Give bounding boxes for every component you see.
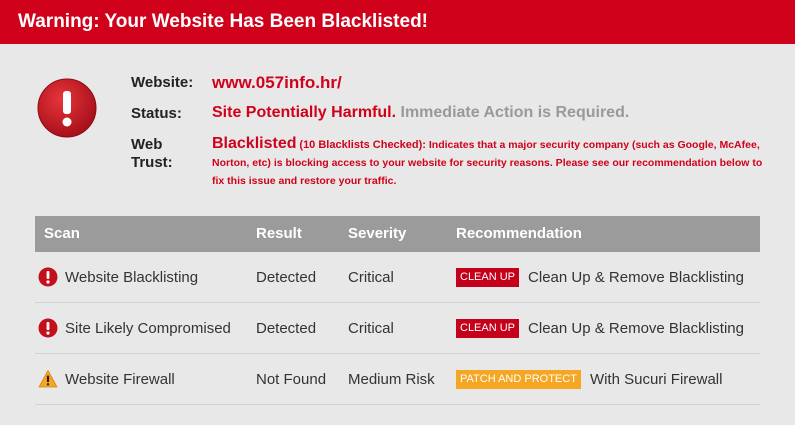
- recommendation-text: With Sucuri Firewall: [589, 371, 723, 388]
- recommendation-text: Clean Up & Remove Blacklisting: [528, 320, 744, 337]
- alert-exclamation-icon: [37, 78, 97, 138]
- table-header: Scan Result Severity Recommendation: [35, 216, 760, 252]
- warning-icon: [38, 370, 58, 388]
- scan-name: Site Likely Compromised: [65, 320, 231, 337]
- web-trust-value: Blacklisted (10 Blacklists Checked): Ind…: [212, 135, 772, 190]
- status-value: Site Potentially Harmful. Immediate Acti…: [212, 104, 629, 122]
- scan-result: Detected: [256, 269, 317, 286]
- warning-banner: Warning: Your Website Has Been Blacklist…: [0, 0, 795, 44]
- table-row: Website Firewall Not Found Medium Risk P…: [35, 354, 760, 405]
- header-scan: Scan: [44, 225, 80, 242]
- table-row: Website Blacklisting Detected Critical C…: [35, 252, 760, 303]
- patch-and-protect-button[interactable]: PATCH AND PROTECT: [456, 370, 581, 389]
- trust-checked: (10 Blacklists Checked):: [299, 139, 426, 151]
- error-icon: [38, 318, 58, 338]
- header-severity: Severity: [348, 225, 407, 242]
- scan-severity: Critical: [348, 320, 394, 337]
- scan-result: Detected: [256, 320, 317, 337]
- recommendation-cell: CLEAN UP Clean Up & Remove Blacklisting: [456, 303, 744, 354]
- scan-result: Not Found: [256, 371, 327, 388]
- trust-status: Blacklisted: [212, 135, 297, 152]
- recommendation-text: Clean Up & Remove Blacklisting: [528, 269, 744, 286]
- header-result: Result: [256, 225, 302, 242]
- error-icon: [38, 267, 58, 287]
- status-text: Site Potentially Harmful.: [212, 104, 397, 121]
- website-label: Website:: [131, 74, 194, 91]
- website-url[interactable]: www.057info.hr/: [212, 73, 342, 93]
- scan-name: Website Firewall: [65, 371, 175, 388]
- clean-up-button[interactable]: CLEAN UP: [456, 268, 520, 287]
- status-label: Status:: [131, 105, 182, 122]
- recommendation-cell: CLEAN UP Clean Up & Remove Blacklisting: [456, 252, 744, 303]
- table-row: Site Likely Compromised Detected Critica…: [35, 303, 760, 354]
- banner-title: Warning: Your Website Has Been Blacklist…: [18, 11, 429, 32]
- web-trust-label: Web Trust:: [131, 136, 173, 171]
- scan-results-table: Scan Result Severity Recommendation Webs…: [35, 216, 760, 405]
- scan-name: Website Blacklisting: [65, 269, 199, 286]
- recommendation-cell: PATCH AND PROTECT With Sucuri Firewall: [456, 354, 722, 405]
- header-recommendation: Recommendation: [456, 225, 582, 242]
- clean-up-button[interactable]: CLEAN UP: [456, 319, 520, 338]
- status-action: Immediate Action is Required.: [400, 104, 630, 121]
- scan-severity: Critical: [348, 269, 394, 286]
- scan-severity: Medium Risk: [348, 371, 435, 388]
